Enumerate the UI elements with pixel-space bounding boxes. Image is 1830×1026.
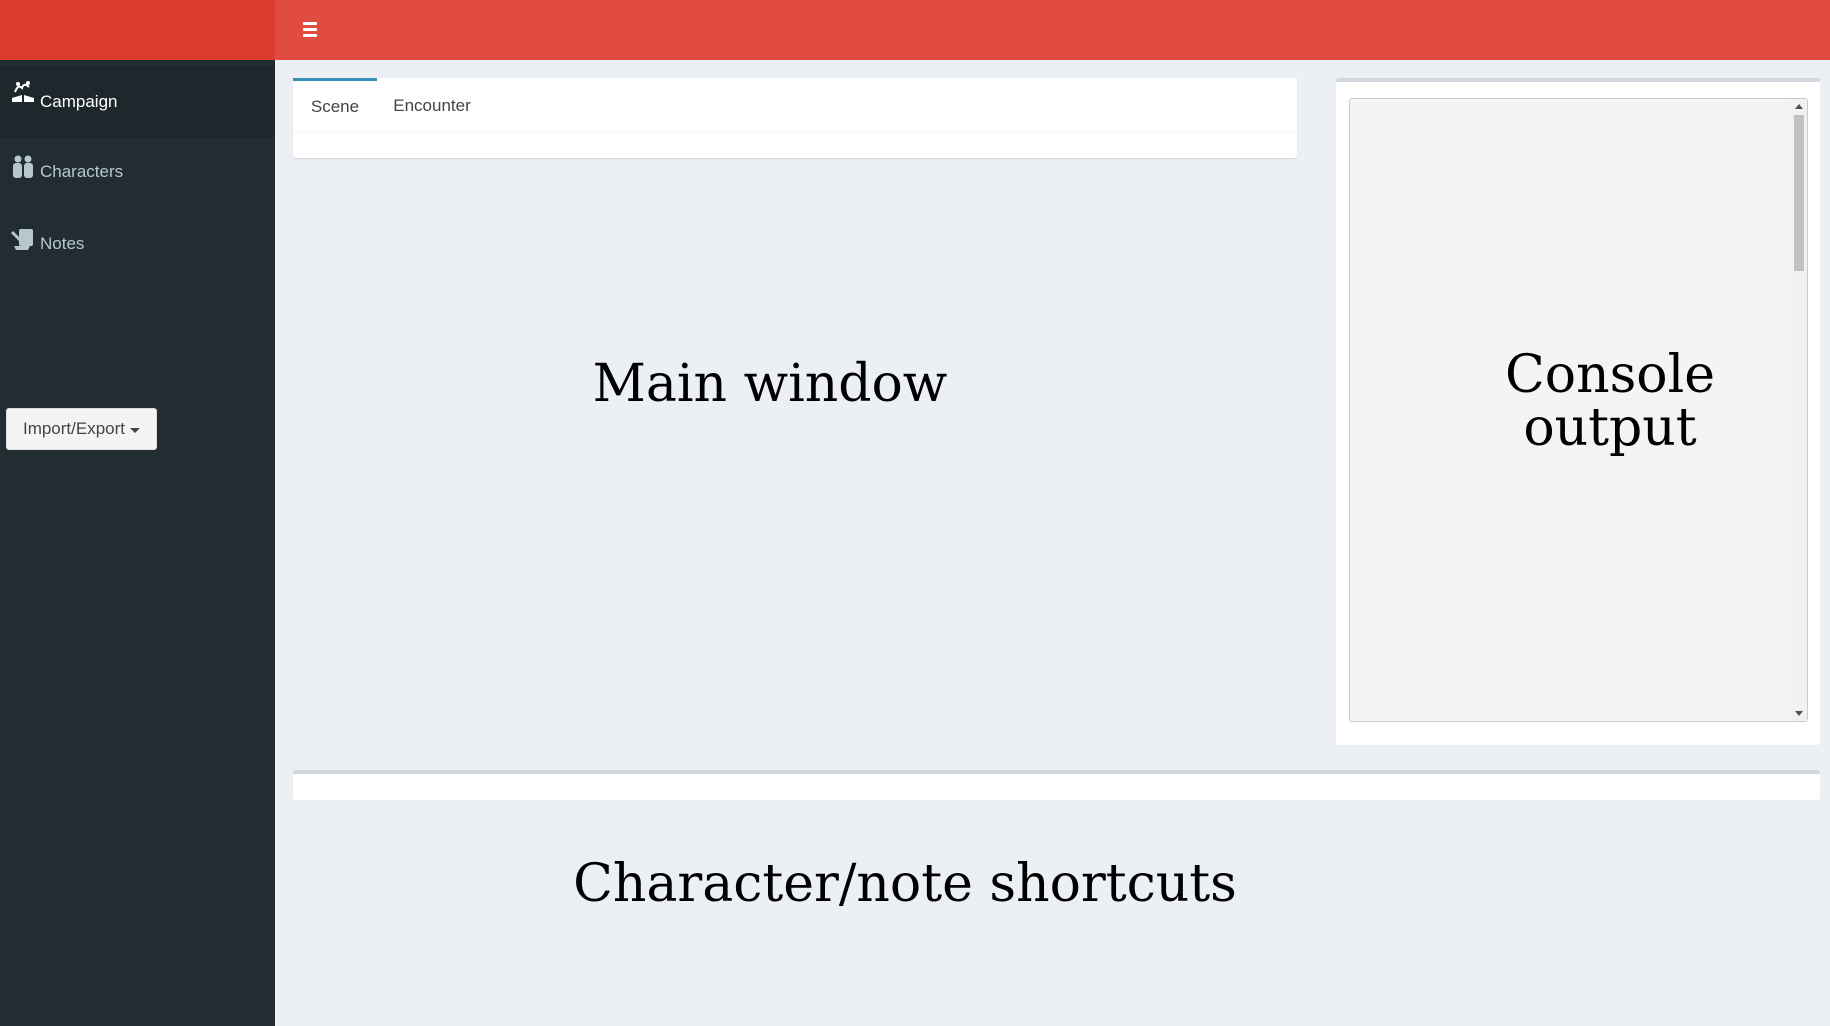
console-annotation-line2: output — [1523, 398, 1697, 458]
sidebar-item-label: Characters — [40, 162, 124, 181]
notes-icon — [10, 226, 36, 252]
scroll-down-icon[interactable] — [1795, 711, 1803, 716]
tab-label: Encounter — [393, 95, 471, 115]
top-navbar — [275, 0, 1830, 60]
sidebar-item-characters[interactable]: Characters — [0, 136, 275, 208]
sidebar-item-label: Campaign — [40, 92, 118, 111]
shortcuts-annotation: Character/note shortcuts — [573, 854, 1237, 914]
tab-encounter[interactable]: Encounter — [377, 78, 487, 133]
tab-bar: Scene Encounter — [293, 78, 1297, 133]
caret-down-icon — [130, 427, 141, 433]
sidebar-item-notes[interactable]: Notes — [0, 208, 275, 280]
characters-icon — [10, 154, 36, 180]
tab-scene[interactable]: Scene — [293, 78, 377, 133]
scroll-thumb[interactable] — [1794, 115, 1804, 271]
console-annotation-line1: Console — [1505, 345, 1715, 405]
sidebar-item-label: Notes — [40, 234, 85, 253]
logo-area[interactable] — [0, 0, 275, 60]
tab-label: Scene — [310, 97, 360, 116]
scroll-up-icon[interactable] — [1795, 104, 1803, 109]
console-scrollbar[interactable] — [1791, 99, 1807, 721]
hamburger-menu-icon[interactable] — [295, 16, 335, 44]
sidebar: Campaign Characters Notes Import/Export — [0, 0, 275, 1026]
main-window-annotation: Main window — [592, 354, 948, 414]
import-export-button[interactable]: Import/Export — [6, 408, 157, 450]
main-tab-box: Scene Encounter — [293, 78, 1297, 158]
sidebar-item-campaign[interactable]: Campaign — [0, 66, 275, 138]
shortcuts-box — [293, 770, 1820, 800]
import-export-label: Import/Export — [22, 419, 126, 438]
campaign-icon — [10, 78, 36, 104]
